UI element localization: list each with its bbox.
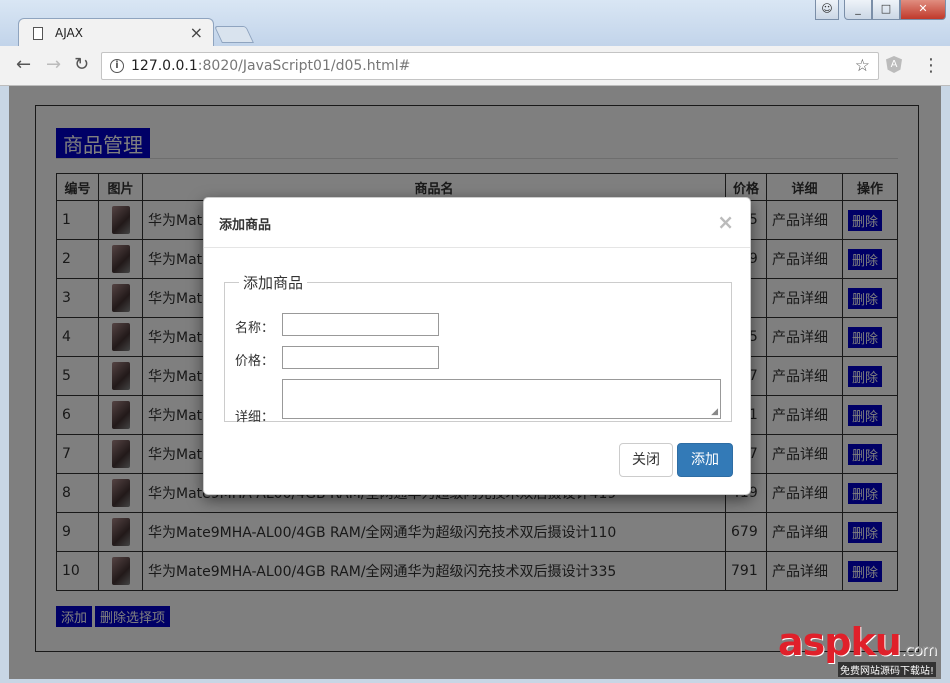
user-icon[interactable]: ☺ [815, 0, 839, 20]
forward-arrow-icon[interactable]: → [46, 54, 61, 75]
address-bar[interactable]: i 127.0.0.1:8020/JavaScript01/d05.html# … [101, 52, 879, 80]
window-close-button[interactable]: ✕ [900, 0, 946, 20]
resize-grip-icon[interactable]: ◢ [711, 408, 718, 417]
modal-title: 添加商品 [219, 218, 272, 233]
maximize-button[interactable]: □ [872, 0, 900, 20]
browser-toolbar: ← → ↻ i 127.0.0.1:8020/JavaScript01/d05.… [0, 46, 950, 86]
modal-close-icon[interactable]: × [717, 210, 734, 234]
url-text[interactable]: 127.0.0.1:8020/JavaScript01/d05.html# [131, 58, 410, 74]
price-input[interactable] [282, 346, 439, 369]
tab-title: AJAX [55, 26, 83, 40]
browser-menu-icon[interactable]: ⋮ [922, 55, 940, 76]
submit-add-button[interactable]: 添加 [677, 443, 733, 477]
info-icon[interactable]: i [110, 59, 124, 73]
modal-header: 添加商品 × [204, 198, 750, 248]
name-input[interactable] [282, 313, 439, 336]
name-label: 名称： [235, 321, 275, 336]
back-arrow-icon[interactable]: ← [16, 54, 31, 75]
bookmark-star-icon[interactable]: ☆ [855, 56, 870, 76]
add-product-modal: 添加商品 × 添加商品 名称： 价格： 详细： ◢ 关闭 添加 [203, 197, 751, 495]
detail-label: 详细： [235, 410, 275, 425]
close-button[interactable]: 关闭 [619, 443, 673, 477]
price-label: 价格： [235, 354, 275, 369]
detail-textarea[interactable]: ◢ [282, 379, 721, 419]
url-host: 127.0.0.1 [131, 58, 198, 74]
browser-title-bar: AJAX × ☺ _ □ ✕ [0, 0, 950, 48]
fieldset-legend: 添加商品 [243, 274, 304, 292]
watermark-suffix: .com [900, 640, 937, 659]
watermark-main: aspku [778, 620, 902, 664]
minimize-button[interactable]: _ [844, 0, 872, 20]
page-icon [33, 27, 43, 40]
watermark-sub: 免费网站源码下载站! [838, 662, 937, 677]
watermark-logo: aspku.com 免费网站源码下载站! [778, 620, 946, 678]
tab-close-icon[interactable]: × [190, 23, 203, 42]
browser-tab[interactable]: AJAX × [18, 18, 214, 48]
new-tab-button[interactable] [214, 26, 254, 43]
add-product-fieldset: 添加商品 名称： 价格： 详细： ◢ [224, 272, 732, 425]
url-path: :8020/JavaScript01/d05.html# [197, 58, 411, 74]
reload-icon[interactable]: ↻ [74, 54, 89, 75]
